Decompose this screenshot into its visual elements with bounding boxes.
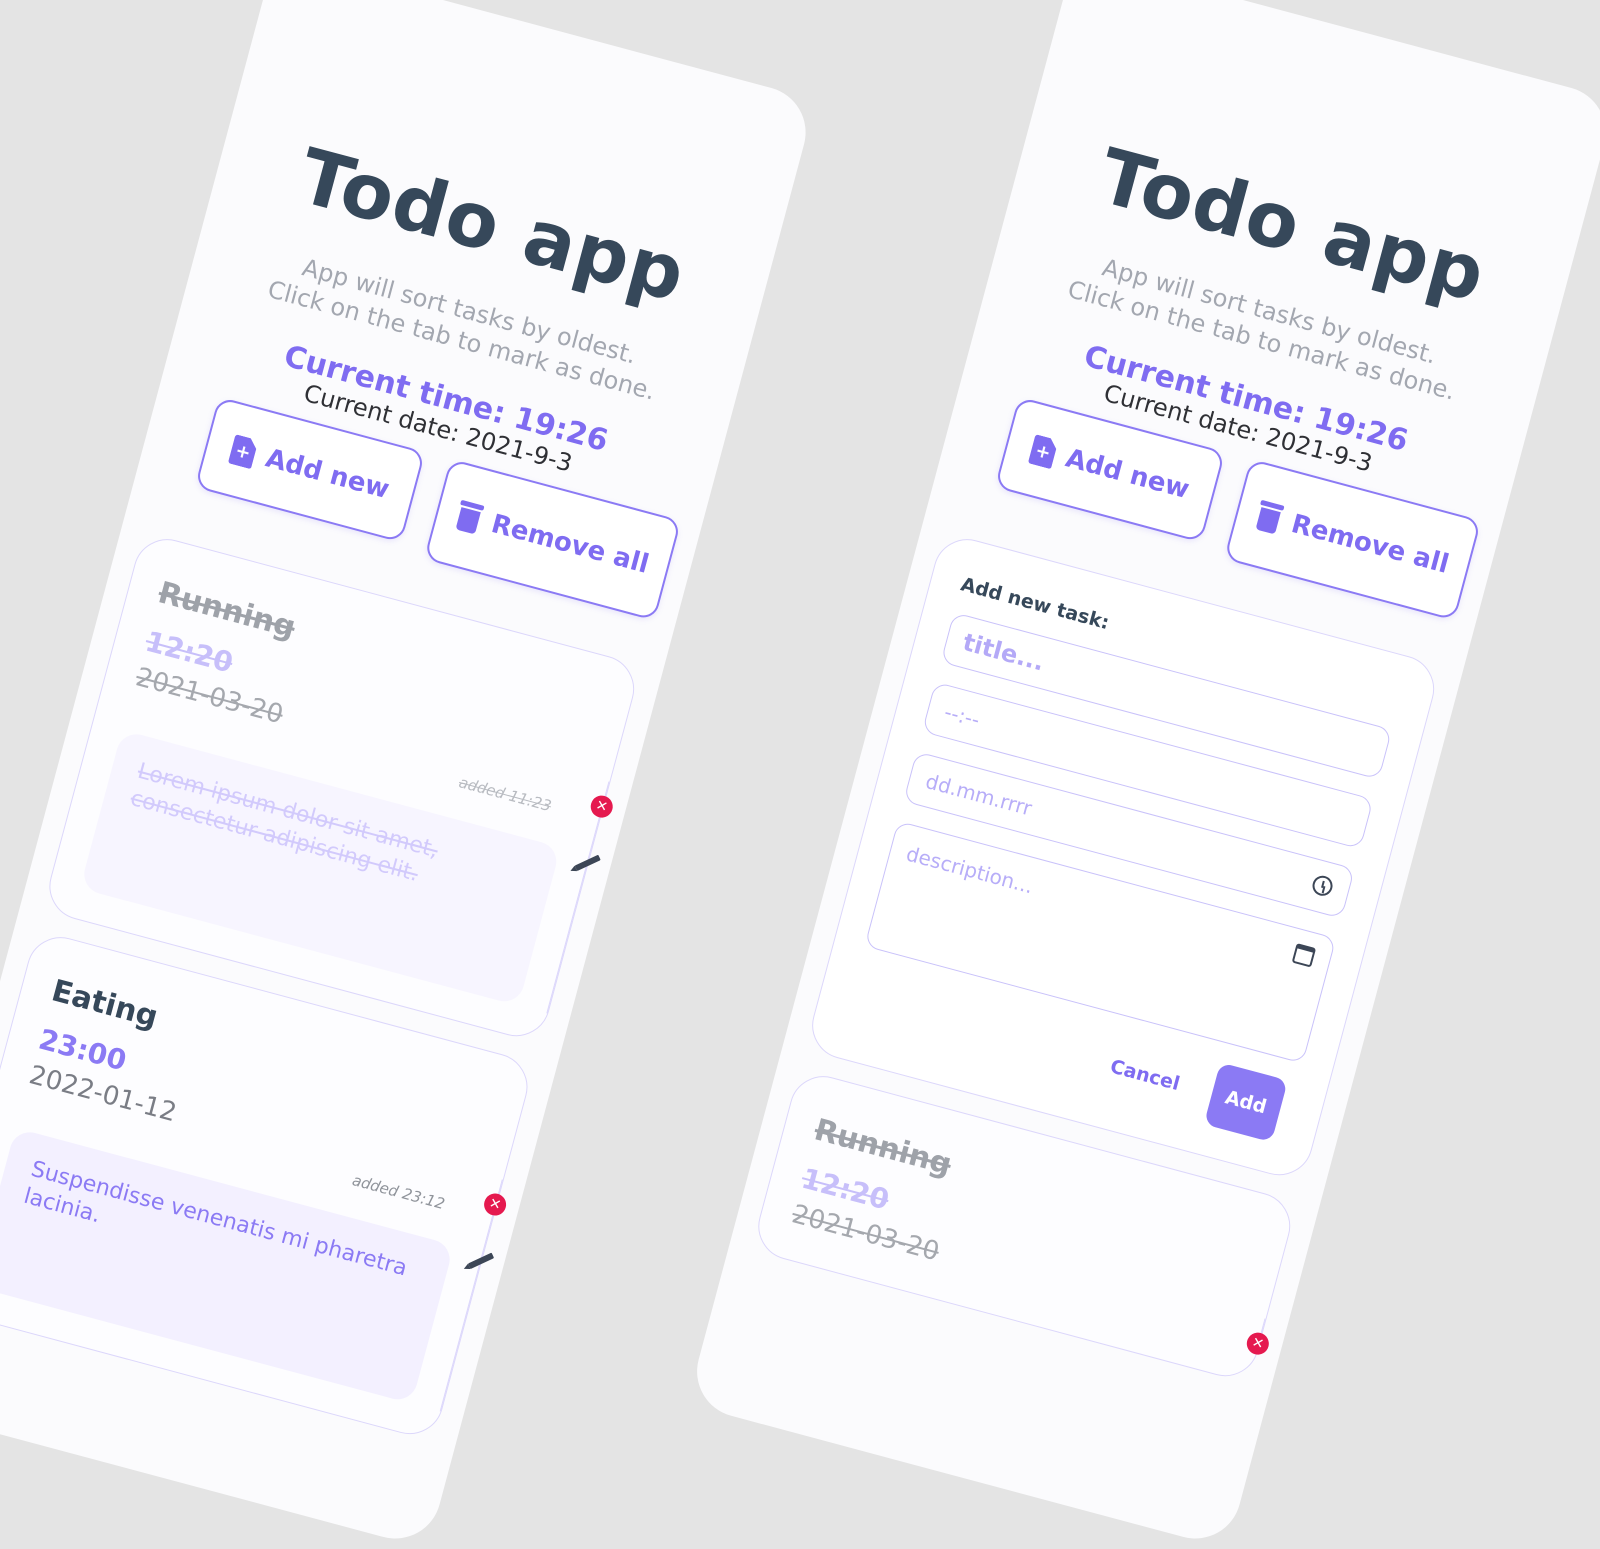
calendar-icon[interactable] [1291,943,1317,968]
add-new-label: Add new [1062,443,1193,506]
add-button[interactable]: Add [1203,1062,1288,1143]
screen-task-list: Todo app App will sort tasks by oldest. … [0,0,816,1549]
trash-icon [1253,499,1285,535]
description-placeholder: description... [903,841,1036,899]
remove-all-label: Remove all [488,509,652,580]
close-circle-icon[interactable]: ✕ [481,1191,509,1219]
file-plus-icon [1028,434,1059,469]
remove-all-label: Remove all [1288,509,1452,580]
screen-add-task: Todo app App will sort tasks by oldest. … [686,0,1600,1549]
close-circle-icon[interactable]: ✕ [588,793,616,821]
clock-icon[interactable] [1310,873,1335,899]
add-new-label: Add new [262,443,393,506]
date-placeholder: dd.mm.rrrr [923,769,1035,821]
pencil-icon[interactable] [464,1244,498,1278]
close-circle-icon[interactable]: ✕ [1244,1330,1272,1358]
cancel-button[interactable]: Cancel [1108,1055,1182,1095]
trash-icon [453,499,485,535]
pencil-icon[interactable] [571,846,605,880]
file-plus-icon [228,434,259,469]
